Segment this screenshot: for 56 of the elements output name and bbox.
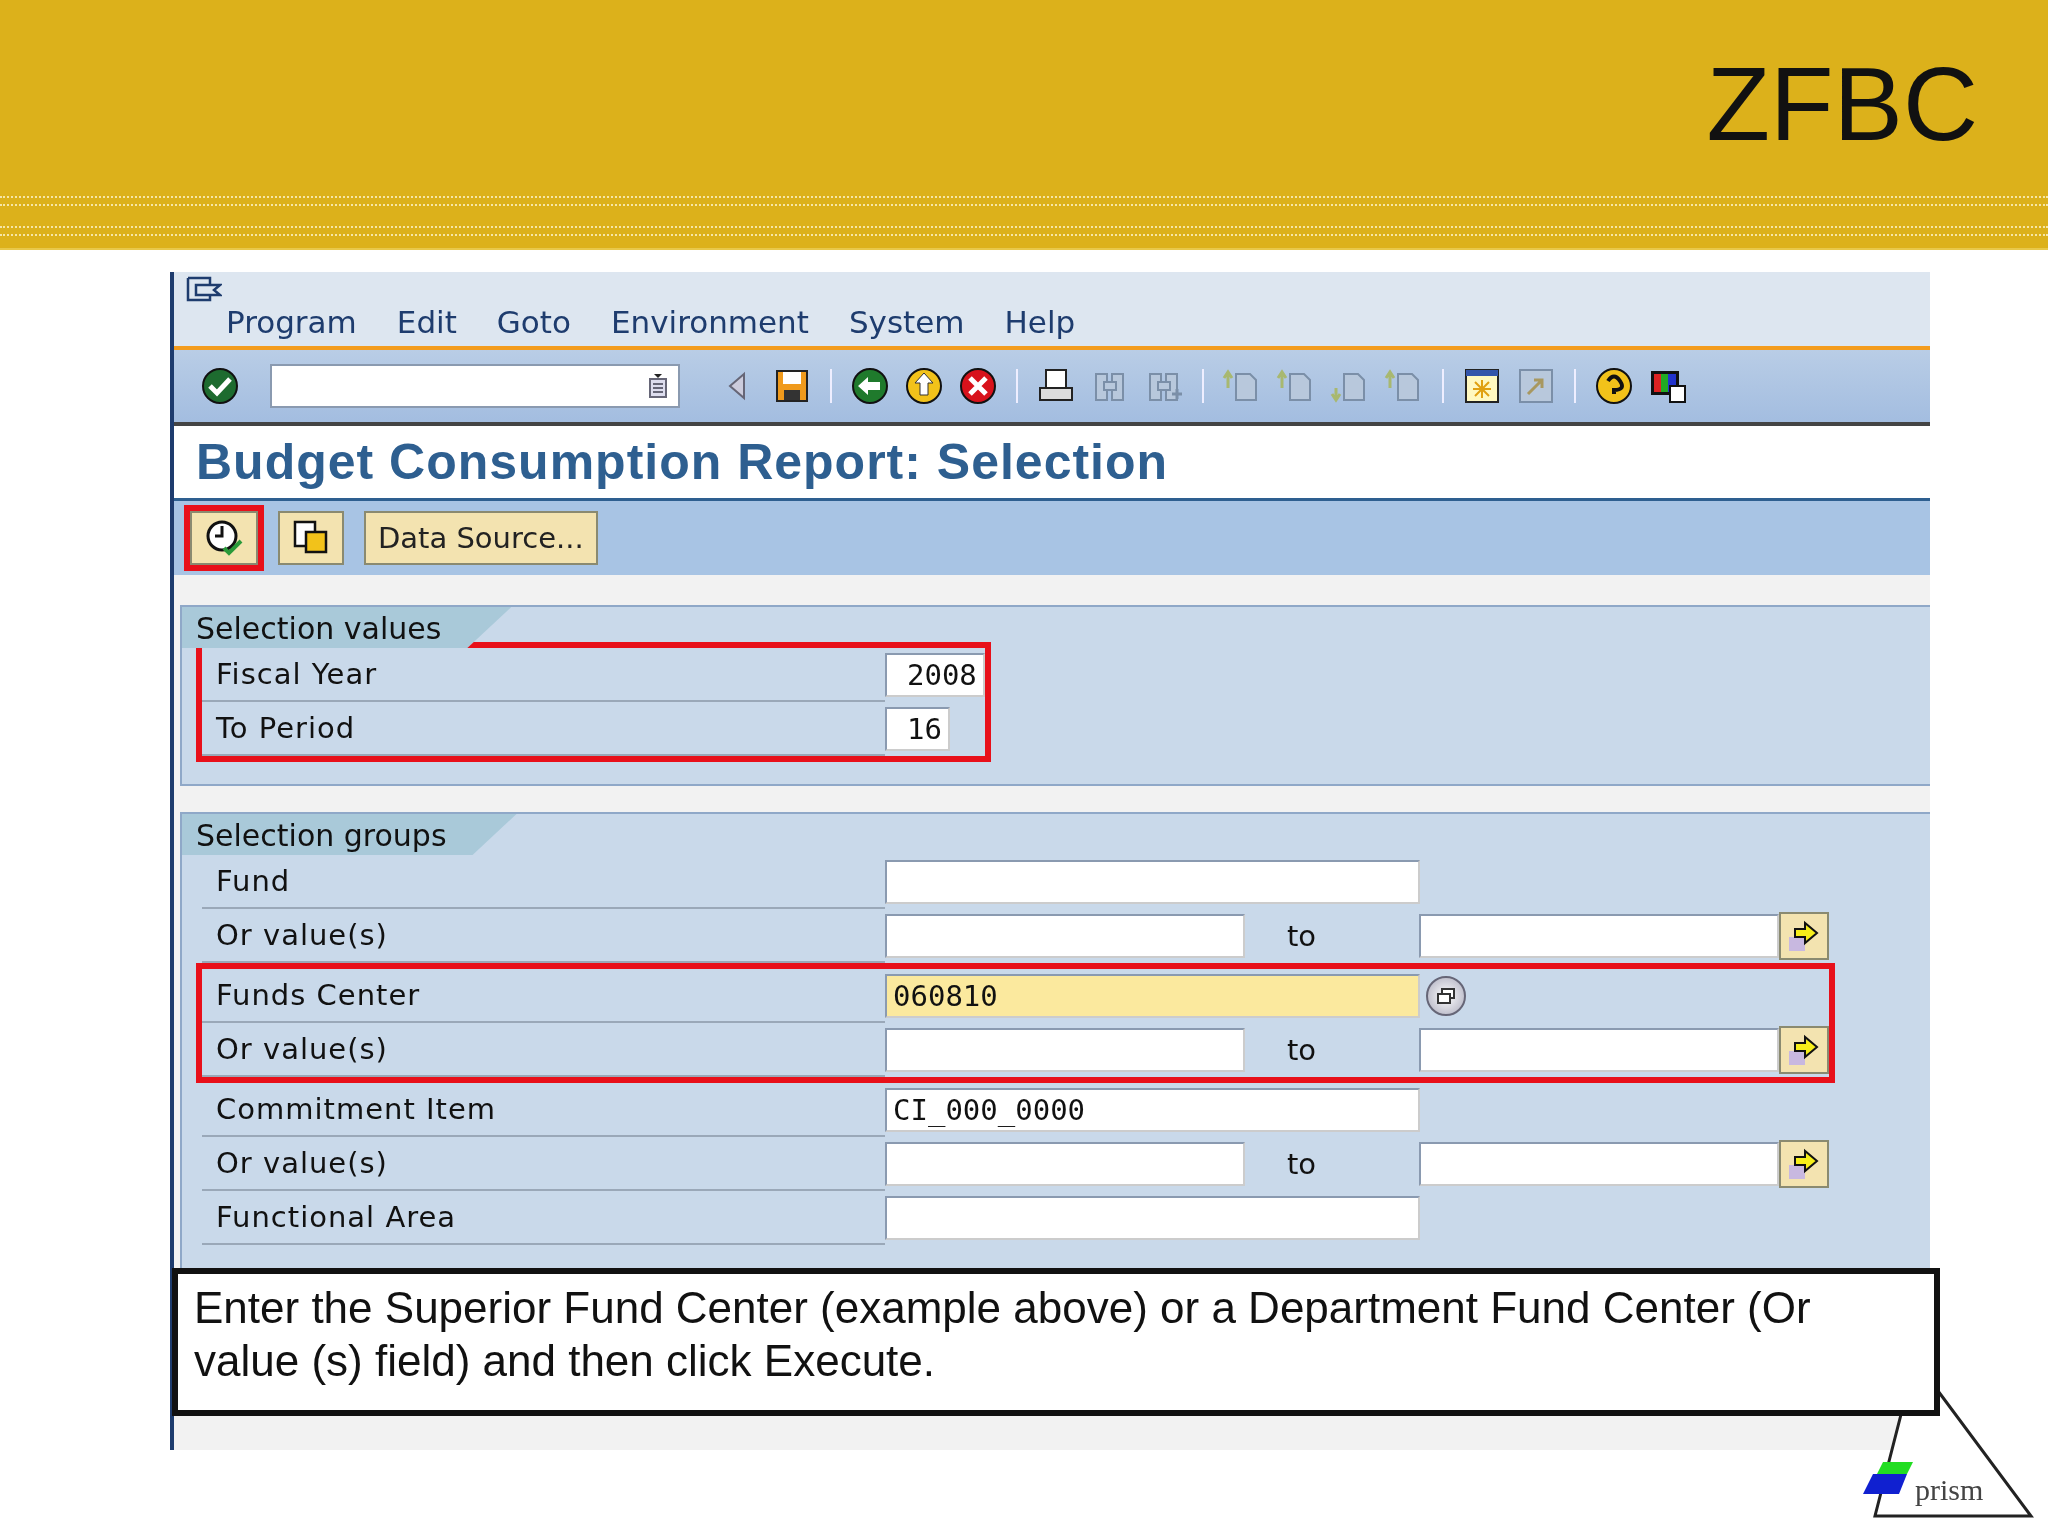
section-title: Selection values xyxy=(182,607,512,648)
field-label: Or value(s) xyxy=(202,1137,885,1191)
menu-item[interactable]: Help xyxy=(1004,304,1076,340)
input-field[interactable]: CI_000_0000 xyxy=(885,1088,1420,1132)
arrow-up-icon[interactable] xyxy=(904,366,944,406)
instruction-caption: Enter the Superior Fund Center (example above) or a Department Fund Center (Or value (s) field) and then click Execute. xyxy=(172,1268,1940,1416)
windows-icon xyxy=(1436,987,1456,1005)
field-label: Fiscal Year xyxy=(202,648,885,702)
input-field[interactable]: 2008 xyxy=(885,653,985,697)
multiple-selection-button[interactable] xyxy=(1779,1026,1829,1074)
to-label: to xyxy=(1286,1033,1318,1067)
input-field[interactable]: 060810 xyxy=(885,974,1420,1018)
variant-button[interactable] xyxy=(278,511,344,565)
arrow-right-icon xyxy=(1787,1147,1821,1181)
field-label: Functional Area xyxy=(202,1191,885,1245)
to-label: to xyxy=(1286,1147,1318,1181)
input-field[interactable]: 16 xyxy=(885,707,950,751)
menu-item[interactable]: Goto xyxy=(496,304,571,340)
field-label: Commitment Item xyxy=(202,1083,885,1137)
field-label: Or value(s) xyxy=(202,1023,885,1077)
menu-item[interactable]: System xyxy=(848,304,965,340)
to-label: to xyxy=(1286,919,1318,953)
menu-item[interactable]: Edit xyxy=(396,304,457,340)
menu-item[interactable]: Program xyxy=(226,304,357,340)
input-field[interactable] xyxy=(885,860,1420,904)
field-label: Fund xyxy=(202,855,885,909)
field-label: To Period xyxy=(202,702,885,756)
shortcut-icon[interactable] xyxy=(1516,366,1556,406)
input-field[interactable] xyxy=(885,1196,1420,1240)
input-field[interactable] xyxy=(1419,914,1779,958)
check-icon[interactable] xyxy=(200,366,240,406)
field-label: Funds Center xyxy=(202,969,885,1023)
cancel-icon[interactable] xyxy=(958,366,998,406)
arrow-left-icon[interactable] xyxy=(850,366,890,406)
input-field[interactable] xyxy=(1419,1142,1779,1186)
data-source-button[interactable]: Data Source... xyxy=(364,511,598,565)
system-menu-icon[interactable] xyxy=(186,276,222,304)
multiple-selection-button[interactable] xyxy=(1779,1140,1829,1188)
arrow-right-icon xyxy=(1787,919,1821,953)
arrow-right-icon xyxy=(1787,1033,1821,1067)
section-title: Selection groups xyxy=(182,814,517,855)
input-field[interactable] xyxy=(885,1028,1245,1072)
input-field[interactable] xyxy=(1419,1028,1779,1072)
execute-button[interactable] xyxy=(190,511,258,565)
input-field[interactable] xyxy=(885,914,1245,958)
menu-item[interactable]: Environment xyxy=(610,304,809,340)
slide-title: ZFBC xyxy=(1706,52,1978,156)
document-icon xyxy=(648,373,668,399)
search-help-button[interactable] xyxy=(1426,976,1466,1016)
input-field[interactable] xyxy=(885,1142,1245,1186)
command-field[interactable] xyxy=(270,364,680,408)
help-icon[interactable] xyxy=(1594,366,1634,406)
screen-title: Budget Consumption Report: Selection xyxy=(196,433,1169,491)
clock-check-icon xyxy=(204,518,244,558)
field-label: Or value(s) xyxy=(202,909,885,963)
multiple-selection-button[interactable] xyxy=(1779,912,1829,960)
